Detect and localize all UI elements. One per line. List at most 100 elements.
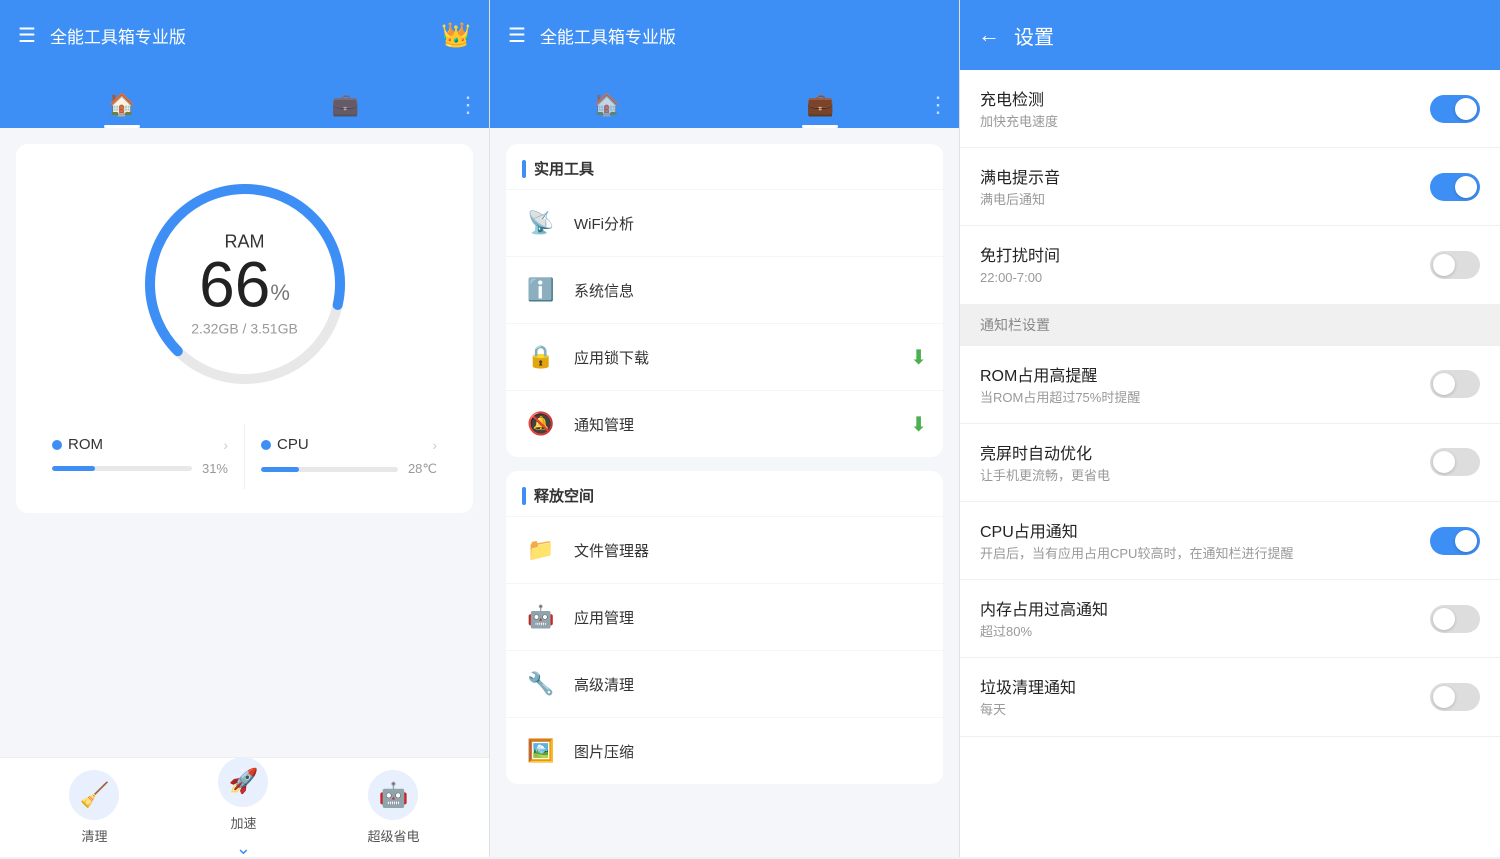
cpu-value: 28℃ [408,461,437,477]
stat-rom-header: ROM › [52,436,228,453]
tab-tools-2[interactable]: 💼 [714,92,928,128]
ram-memory: 2.32GB / 3.51GB [191,321,298,337]
app-title-2: 全能工具箱专业版 [540,23,941,48]
briefcase-icon-2: 💼 [807,92,834,118]
imgcompress-name: 图片压缩 [574,741,927,762]
cpu-name: CPU [277,436,309,453]
section-notification-bar: 通知栏设置 [960,305,1500,346]
setting-screen-optimize-name: 亮屏时自动优化 [980,440,1430,464]
menu-icon-1[interactable]: ☰ [18,23,36,48]
rom-name: ROM [68,436,103,453]
home-icon-1: 🏠 [108,92,135,118]
advclean-icon: 🔧 [522,665,560,703]
tab-more-1[interactable]: ⋮ [457,92,479,128]
setting-ram-high-desc: 超过80% [980,623,1430,641]
cpu-dot [261,440,271,450]
tool-sysinfo[interactable]: ℹ️ 系统信息 [506,256,943,323]
section-title-1: 实用工具 [534,158,594,179]
sysinfo-name: 系统信息 [574,280,927,301]
stat-cpu[interactable]: CPU › 28℃ [245,424,453,489]
toggle-cpu-notify[interactable] [1430,527,1480,555]
setting-ram-high-name: 内存占用过高通知 [980,596,1430,620]
setting-screen-optimize: 亮屏时自动优化 让手机更流畅，更省电 [960,424,1500,502]
setting-cpu-notify-desc: 开启后，当有应用占用CPU较高时，在通知栏进行提醒 [980,545,1430,563]
panel-settings: ← 设置 充电检测 加快充电速度 满电提示音 满电后通知 免打扰时间 22:00… [960,0,1500,857]
setting-junk-notify-info: 垃圾清理通知 每天 [980,674,1430,719]
tool-notify[interactable]: 🔕 通知管理 ⬇ [506,390,943,457]
stat-rom[interactable]: ROM › 31% [36,424,245,489]
clean-label: 清理 [81,826,107,845]
tab-tools-1[interactable]: 💼 [234,92,458,128]
toggle-junk-notify[interactable] [1430,683,1480,711]
setting-rom-alert-name: ROM占用高提醒 [980,362,1430,386]
gauge-center: RAM 66% 2.32GB / 3.51GB [191,232,298,337]
stat-cpu-header: CPU › [261,436,437,453]
tab-home-1[interactable]: 🏠 [10,92,234,128]
tool-appmanager[interactable]: 🤖 应用管理 [506,583,943,650]
notify-icon: 🔕 [522,405,560,443]
appmanager-name: 应用管理 [574,607,927,628]
setting-cpu-notify-name: CPU占用通知 [980,518,1430,542]
section-header-1: 实用工具 [506,144,943,189]
powersave-icon: 🤖 [368,770,418,820]
action-row: 🧹 清理 🚀 加速 ⌄ 🤖 超级省电 [0,757,489,857]
setting-screen-optimize-desc: 让手机更流畅，更省电 [980,467,1430,485]
stat-cpu-bar-container: 28℃ [261,461,437,477]
app-title-1: 全能工具箱专业版 [50,23,441,48]
setting-rom-alert: ROM占用高提醒 当ROM占用超过75%时提醒 [960,346,1500,424]
cpu-bar-fill [261,467,299,472]
setting-charge-detect: 充电检测 加快充电速度 [960,70,1500,148]
setting-charge-name: 充电检测 [980,86,1430,110]
section-indicator-2 [522,487,526,505]
tab-more-2[interactable]: ⋮ [927,92,949,128]
applock-icon: 🔒 [522,338,560,376]
panel-home: ☰ 全能工具箱专业版 👑 🏠 💼 ⋮ RAM [0,0,490,857]
tab-home-2[interactable]: 🏠 [500,92,714,128]
tool-advclean[interactable]: 🔧 高级清理 [506,650,943,717]
sysinfo-icon: ℹ️ [522,271,560,309]
boost-icon: 🚀 [218,757,268,807]
setting-full-name: 满电提示音 [980,164,1430,188]
toggle-dnd[interactable] [1430,251,1480,279]
setting-dnd-info: 免打扰时间 22:00-7:00 [980,242,1430,287]
tools-content: 实用工具 📡 WiFi分析 ℹ️ 系统信息 🔒 应用锁下载 ⬇ 🔕 通知管理 ⬇ [490,128,959,857]
clean-icon: 🧹 [69,770,119,820]
menu-icon-2[interactable]: ☰ [508,23,526,48]
action-boost[interactable]: 🚀 加速 ⌄ [218,757,268,859]
ram-percent-sign: % [270,280,290,305]
action-clean[interactable]: 🧹 清理 [69,770,119,845]
crown-icon[interactable]: 👑 [441,21,471,50]
rom-bar-bg [52,466,192,471]
settings-header: ← 设置 [960,0,1500,70]
boost-chevron: ⌄ [236,838,251,859]
toggle-full-sound[interactable] [1430,173,1480,201]
setting-full-info: 满电提示音 满电后通知 [980,164,1430,209]
tool-imgcompress[interactable]: 🖼️ 图片压缩 [506,717,943,784]
cpu-arrow: › [432,437,437,453]
section-indicator-1 [522,160,526,178]
toggle-ram-high[interactable] [1430,605,1480,633]
tools-section-1: 实用工具 📡 WiFi分析 ℹ️ 系统信息 🔒 应用锁下载 ⬇ 🔕 通知管理 ⬇ [506,144,943,457]
tool-wifi[interactable]: 📡 WiFi分析 [506,189,943,256]
stat-cpu-left: CPU [261,436,309,453]
more-dots-2: ⋮ [927,92,949,118]
action-powersave[interactable]: 🤖 超级省电 [367,770,419,845]
tool-filemanager[interactable]: 📁 文件管理器 [506,516,943,583]
tool-applock[interactable]: 🔒 应用锁下载 ⬇ [506,323,943,390]
setting-dnd-name: 免打扰时间 [980,242,1430,266]
imgcompress-icon: 🖼️ [522,732,560,770]
rom-value: 31% [202,461,228,476]
cpu-bar-bg [261,467,398,472]
advclean-name: 高级清理 [574,674,927,695]
powersave-label: 超级省电 [367,826,419,845]
toggle-charge-detect[interactable] [1430,95,1480,123]
setting-full-sound: 满电提示音 满电后通知 [960,148,1500,226]
toggle-rom-alert[interactable] [1430,370,1480,398]
wifi-icon: 📡 [522,204,560,242]
filemanager-icon: 📁 [522,531,560,569]
setting-screen-optimize-info: 亮屏时自动优化 让手机更流畅，更省电 [980,440,1430,485]
stats-row: ROM › 31% CPU [36,424,453,489]
home-icon-2: 🏠 [593,92,620,118]
toggle-screen-optimize[interactable] [1430,448,1480,476]
back-button[interactable]: ← [978,22,1000,48]
